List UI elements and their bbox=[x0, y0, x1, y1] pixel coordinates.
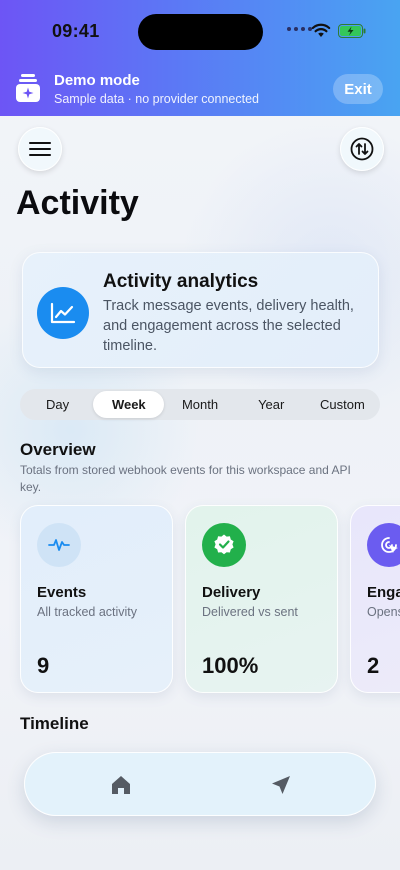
page-title: Activity bbox=[16, 184, 139, 222]
line-chart-icon bbox=[37, 287, 89, 339]
segment-year[interactable]: Year bbox=[236, 391, 307, 418]
sort-button[interactable] bbox=[340, 127, 384, 171]
metric-subtitle: Delivered vs sent bbox=[202, 605, 298, 619]
metric-value: 2 bbox=[367, 653, 380, 678]
exit-demo-button[interactable]: Exit bbox=[333, 74, 383, 104]
delivery-metric-card[interactable]: Delivery Delivered vs sent 100% bbox=[185, 505, 338, 693]
analytics-title: Activity analytics bbox=[103, 271, 259, 292]
sort-arrows-icon bbox=[350, 137, 374, 161]
wifi-icon bbox=[311, 23, 331, 37]
metric-subtitle: Opens bbox=[367, 605, 400, 619]
activity-analytics-card: Activity analytics Track message events,… bbox=[22, 252, 379, 368]
pulse-icon bbox=[37, 523, 81, 567]
send-icon[interactable] bbox=[269, 773, 293, 797]
metric-title: Events bbox=[37, 584, 87, 601]
dynamic-island bbox=[138, 14, 263, 50]
segment-day[interactable]: Day bbox=[22, 391, 93, 418]
hamburger-menu-icon bbox=[29, 142, 51, 156]
engagement-metric-card[interactable]: Enga Opens 2 bbox=[350, 505, 400, 693]
segment-custom[interactable]: Custom bbox=[307, 391, 378, 418]
segment-week[interactable]: Week bbox=[93, 391, 165, 418]
metric-title: Delivery bbox=[202, 584, 261, 601]
metric-value: 100% bbox=[202, 653, 259, 678]
timeline-heading: Timeline bbox=[20, 714, 89, 733]
events-metric-card[interactable]: Events All tracked activity 9 bbox=[20, 505, 173, 693]
bottom-tab-bar bbox=[24, 752, 376, 816]
metric-value: 9 bbox=[37, 653, 50, 678]
status-time: 09:41 bbox=[52, 21, 100, 41]
banner-subtitle: Sample data · no provider connected bbox=[54, 92, 259, 106]
overview-heading: Overview bbox=[20, 440, 96, 459]
metric-subtitle: All tracked activity bbox=[37, 605, 138, 619]
cursor-click-icon bbox=[367, 523, 400, 567]
sparkle-box-icon bbox=[16, 74, 40, 102]
signal-icon bbox=[287, 27, 312, 31]
battery-charging-icon bbox=[338, 24, 366, 38]
analytics-description: Track message events, delivery health, a… bbox=[103, 298, 354, 354]
metric-title: Enga bbox=[367, 584, 400, 601]
banner-title: Demo mode bbox=[54, 72, 140, 89]
segment-month[interactable]: Month bbox=[164, 391, 235, 418]
activity-screen: 09:41 Demo mode Sample data · no provide… bbox=[0, 0, 400, 870]
demo-mode-header: 09:41 Demo mode Sample data · no provide… bbox=[0, 0, 400, 116]
overview-subtitle: Totals from stored webhook events for th… bbox=[20, 463, 351, 494]
timeframe-segmented-control: Day Week Month Year Custom bbox=[20, 389, 380, 420]
check-badge-icon bbox=[202, 523, 246, 567]
home-icon[interactable] bbox=[109, 773, 133, 797]
menu-button[interactable] bbox=[18, 127, 62, 171]
